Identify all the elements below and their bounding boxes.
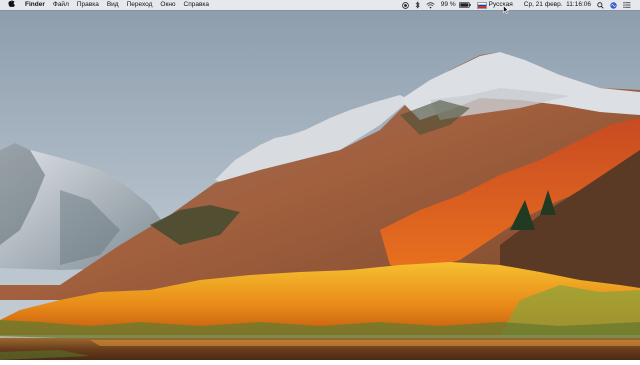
menu-edit[interactable]: Правка bbox=[73, 0, 103, 10]
menu-view[interactable]: Вид bbox=[103, 0, 123, 10]
battery-icon[interactable] bbox=[458, 2, 474, 8]
wifi-icon[interactable] bbox=[423, 1, 438, 9]
input-source-menu[interactable]: Русская bbox=[474, 0, 516, 10]
russian-flag-icon bbox=[476, 1, 487, 9]
siri-icon[interactable] bbox=[607, 1, 620, 9]
search-icon[interactable] bbox=[594, 1, 607, 9]
notification-center-icon[interactable] bbox=[620, 2, 634, 8]
wallpaper-image bbox=[0, 0, 640, 360]
input-source-label: Русская bbox=[488, 1, 513, 8]
menu-window[interactable]: Окно bbox=[156, 0, 179, 10]
mouse-cursor-icon bbox=[503, 5, 509, 14]
battery-percent[interactable]: 99 % bbox=[438, 0, 459, 10]
menu-bar: Finder Файл Правка Вид Переход Окно Спра… bbox=[0, 0, 640, 10]
apple-logo-icon[interactable] bbox=[0, 0, 21, 11]
menu-go[interactable]: Переход bbox=[123, 0, 157, 10]
bluetooth-icon[interactable] bbox=[412, 1, 423, 9]
menu-help[interactable]: Справка bbox=[180, 0, 214, 10]
menubar-clock[interactable]: Ср, 21 февр. 11:16:06 bbox=[516, 0, 594, 10]
app-menu-finder[interactable]: Finder bbox=[21, 0, 49, 10]
record-icon[interactable] bbox=[399, 1, 412, 9]
menu-file[interactable]: Файл bbox=[49, 0, 73, 10]
desktop-wallpaper[interactable] bbox=[0, 0, 640, 360]
